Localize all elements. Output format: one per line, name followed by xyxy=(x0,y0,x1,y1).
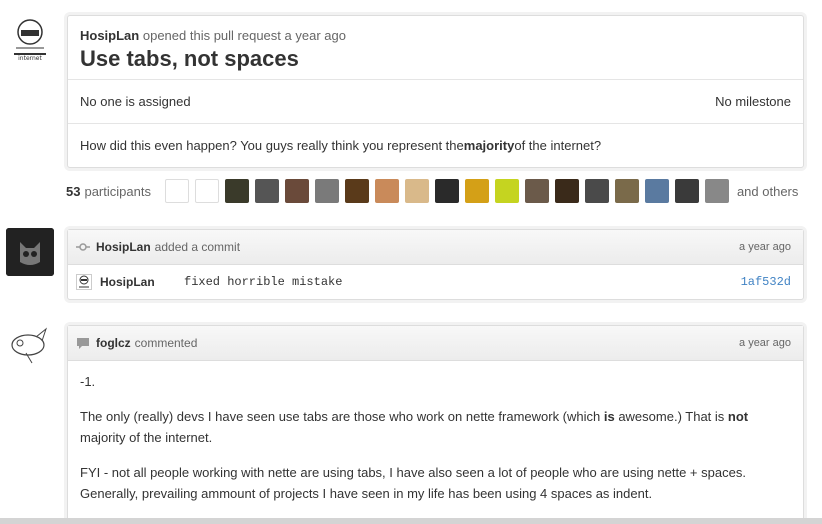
participant-avatar[interactable] xyxy=(524,179,549,203)
commit-author-link[interactable]: HosipLan xyxy=(100,275,184,289)
comment: foglcz commented a year ago -1. The only… xyxy=(67,325,804,524)
participant-avatar[interactable] xyxy=(494,179,519,203)
participants-count: 53 xyxy=(66,183,81,199)
commit-event: HosipLan added a commit a year ago Hosip… xyxy=(67,229,804,300)
svg-text:internet: internet xyxy=(18,55,42,62)
comment-icon xyxy=(76,336,90,350)
comment-body: -1. The only (really) devs I have seen u… xyxy=(68,371,803,504)
participant-avatar[interactable] xyxy=(224,179,249,203)
participant-avatar[interactable] xyxy=(344,179,369,203)
commit-event-author-link[interactable]: HosipLan xyxy=(96,240,151,254)
comment-paragraph-1: -1. xyxy=(80,374,96,389)
description-text-bold: majority xyxy=(463,138,515,153)
participants-bar: 53 participants and others xyxy=(66,177,798,205)
comment-p2-a: The only (really) devs I have seen use t… xyxy=(80,409,604,424)
commit-event-time[interactable]: a year ago xyxy=(739,241,791,253)
participant-avatar[interactable] xyxy=(704,179,729,203)
participant-avatar[interactable] xyxy=(404,179,429,203)
participant-avatar[interactable] xyxy=(464,179,489,203)
comment-p2-e: majority of the internet. xyxy=(80,430,213,445)
commit-icon xyxy=(76,240,90,254)
comment-header: foglcz commented a year ago xyxy=(68,326,803,361)
participants-label: participants xyxy=(84,183,151,199)
commit-author-avatar[interactable] xyxy=(6,228,54,276)
participant-avatar[interactable] xyxy=(434,179,459,203)
comment-p2-b: is xyxy=(603,409,615,424)
comment-author-link[interactable]: foglcz xyxy=(96,336,131,350)
participants-avatars xyxy=(164,179,735,203)
comment-paragraph-2: The only (really) devs I have seen use t… xyxy=(80,406,791,448)
pull-request-title-area: HosipLan opened this pull request a year… xyxy=(68,16,803,80)
commit-author-mini-avatar[interactable] xyxy=(76,274,92,290)
commit-event-header: HosipLan added a commit a year ago xyxy=(68,230,803,265)
participant-avatar[interactable] xyxy=(254,179,279,203)
participant-avatar[interactable] xyxy=(584,179,609,203)
comment-action: commented xyxy=(134,336,198,350)
comment-time[interactable]: a year ago xyxy=(739,337,791,349)
participant-avatar[interactable] xyxy=(374,179,399,203)
pull-request-meta-text: opened this pull request a year ago xyxy=(142,28,346,43)
commit-event-action: added a commit xyxy=(154,240,241,254)
pull-request-title: Use tabs, not spaces xyxy=(80,46,299,71)
participant-avatar[interactable] xyxy=(194,179,219,203)
commit-sha-link[interactable]: 1af532d xyxy=(741,275,791,289)
pull-request-description: How did this even happen? You guys reall… xyxy=(68,124,803,167)
assignee-label[interactable]: No one is assigned xyxy=(80,94,191,109)
commit-message-link[interactable]: fixed horrible mistake xyxy=(184,275,342,289)
comment-p2-d: not xyxy=(727,409,749,424)
pull-request-author-link[interactable]: HosipLan xyxy=(80,28,139,43)
description-text-pre: How did this even happen? You guys reall… xyxy=(80,138,464,153)
horizontal-scrollbar[interactable] xyxy=(0,518,822,524)
participant-avatar[interactable] xyxy=(554,179,579,203)
participant-avatar[interactable] xyxy=(644,179,669,203)
description-text-post: of the internet? xyxy=(514,138,602,153)
comment-paragraph-3: FYI - not all people working with nette … xyxy=(80,465,746,501)
participant-avatar[interactable] xyxy=(674,179,699,203)
participant-avatar[interactable] xyxy=(314,179,339,203)
commenter-avatar[interactable] xyxy=(6,323,54,371)
milestone-label[interactable]: No milestone xyxy=(715,94,791,109)
comment-p2-c: awesome.) That is xyxy=(614,409,728,424)
participant-avatar[interactable] xyxy=(614,179,639,203)
participant-avatar[interactable] xyxy=(284,179,309,203)
commit-row: HosipLan fixed horrible mistake 1af532d xyxy=(68,265,803,299)
participants-others: and others xyxy=(736,183,799,199)
pull-request-header: HosipLan opened this pull request a year… xyxy=(67,15,804,168)
opener-avatar[interactable]: internet xyxy=(6,14,54,62)
participant-avatar[interactable] xyxy=(164,179,189,203)
pull-request-assignment-row: No one is assigned No milestone xyxy=(68,80,803,124)
pull-request-meta: HosipLan opened this pull request a year… xyxy=(80,28,791,44)
